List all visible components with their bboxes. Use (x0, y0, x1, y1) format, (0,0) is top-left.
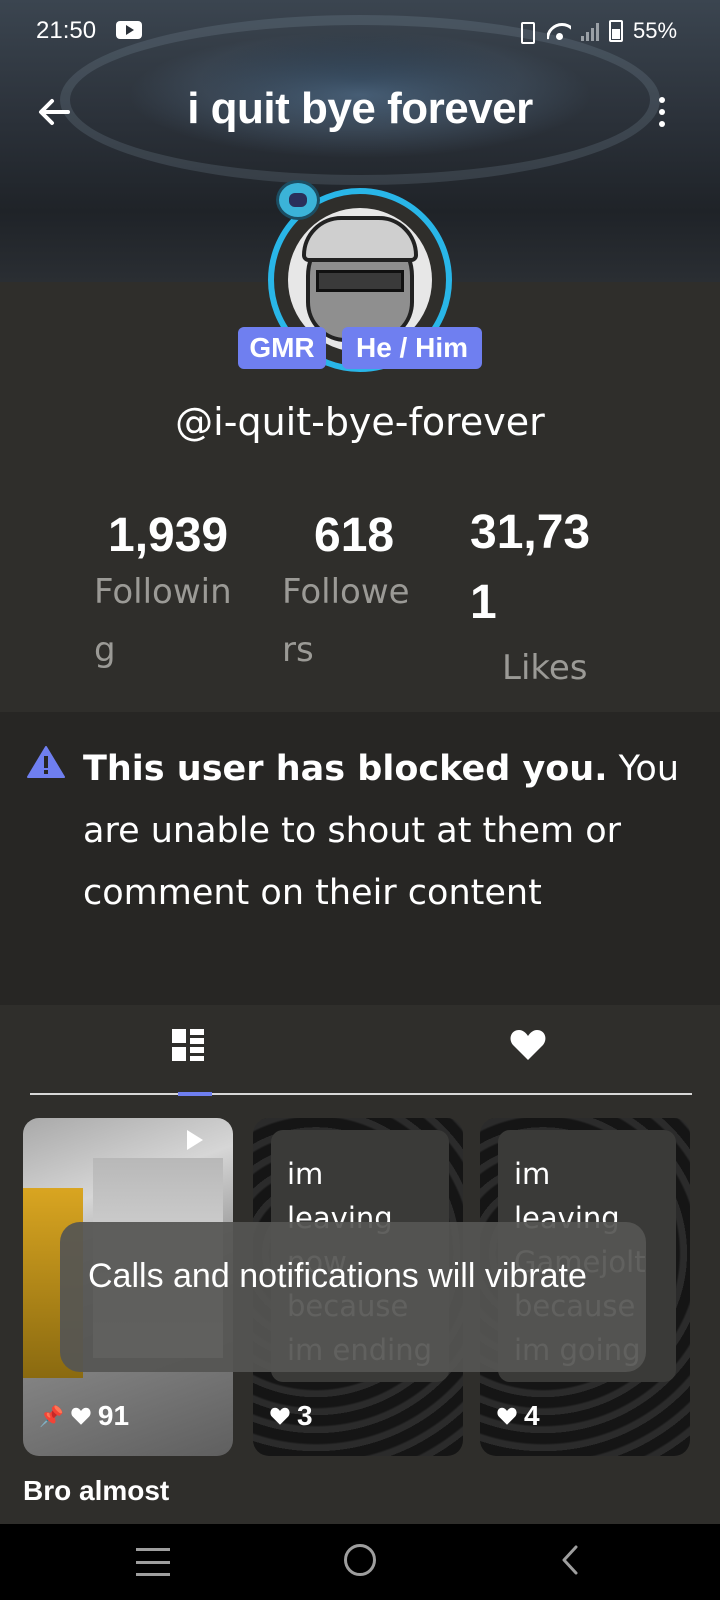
warning-icon (27, 746, 65, 778)
more-options-button[interactable] (650, 92, 674, 132)
back-nav-button[interactable] (560, 1544, 580, 1576)
likes-stat[interactable]: 31,73 1 Likes (470, 498, 620, 698)
post-like-count: 91 (97, 1400, 130, 1431)
avatar-decoration-badge (276, 180, 320, 220)
pronoun-tag: He / Him (342, 327, 482, 369)
post-stats: 4 (496, 1400, 540, 1432)
blocked-notice-text: This user has blocked you. You are unabl… (83, 738, 693, 924)
cell-signal-icon (581, 21, 599, 41)
content-tabs (30, 1005, 692, 1096)
following-stat[interactable]: 1,939 Followin g (94, 508, 254, 679)
tab-liked[interactable] (508, 1025, 548, 1065)
likes-count: 31,73 (470, 506, 591, 559)
play-icon (187, 1130, 203, 1150)
heart-icon (510, 1030, 546, 1060)
tab-posts[interactable] (170, 1027, 206, 1063)
page-title: i quit bye forever (187, 84, 533, 133)
heart-icon (71, 1407, 91, 1425)
likes-label: Likes (502, 648, 588, 688)
wifi-icon (547, 21, 571, 41)
arrow-left-icon (39, 99, 70, 125)
gmr-tag: GMR (238, 327, 326, 369)
blocked-notice-title: This user has blocked you. (83, 749, 608, 789)
followers-stat[interactable]: 618 Followe rs (282, 508, 432, 679)
post-caption: Bro almost (23, 1475, 170, 1506)
followers-label-wrap: rs (282, 630, 314, 670)
status-bar: 21:50 55% (0, 0, 720, 64)
status-time: 21:50 (36, 17, 97, 44)
heart-icon (270, 1407, 290, 1425)
more-vert-icon (659, 97, 665, 103)
battery-icon (609, 20, 623, 42)
username-handle: @i-quit-bye-forever (175, 400, 545, 444)
likes-count-wrap: 1 (470, 576, 497, 629)
following-label: Followin (94, 572, 232, 612)
post-stats: 📌 91 (39, 1400, 129, 1432)
home-button[interactable] (344, 1544, 376, 1576)
followers-count: 618 (314, 509, 395, 562)
followers-label: Followe (282, 572, 410, 612)
vibrate-icon (515, 20, 537, 44)
heart-icon (497, 1407, 517, 1425)
pin-icon: 📌 (39, 1405, 64, 1428)
back-button[interactable] (34, 92, 74, 132)
post-stats: 3 (269, 1400, 313, 1432)
battery-percentage: 55% (633, 18, 678, 43)
status-icons: 55% (515, 18, 677, 44)
following-label-wrap: g (94, 630, 116, 670)
post-like-count: 4 (524, 1400, 540, 1431)
post-like-count: 3 (297, 1400, 313, 1431)
toast-message: Calls and notifications will vibrate (60, 1222, 646, 1372)
system-nav-bar (0, 1524, 720, 1600)
media-notification-icon (116, 21, 142, 39)
dashboard-icon (172, 1029, 204, 1061)
following-count: 1,939 (108, 509, 229, 562)
recents-button[interactable] (136, 1548, 170, 1576)
active-tab-indicator (178, 1092, 212, 1096)
menu-icon (136, 1548, 170, 1551)
